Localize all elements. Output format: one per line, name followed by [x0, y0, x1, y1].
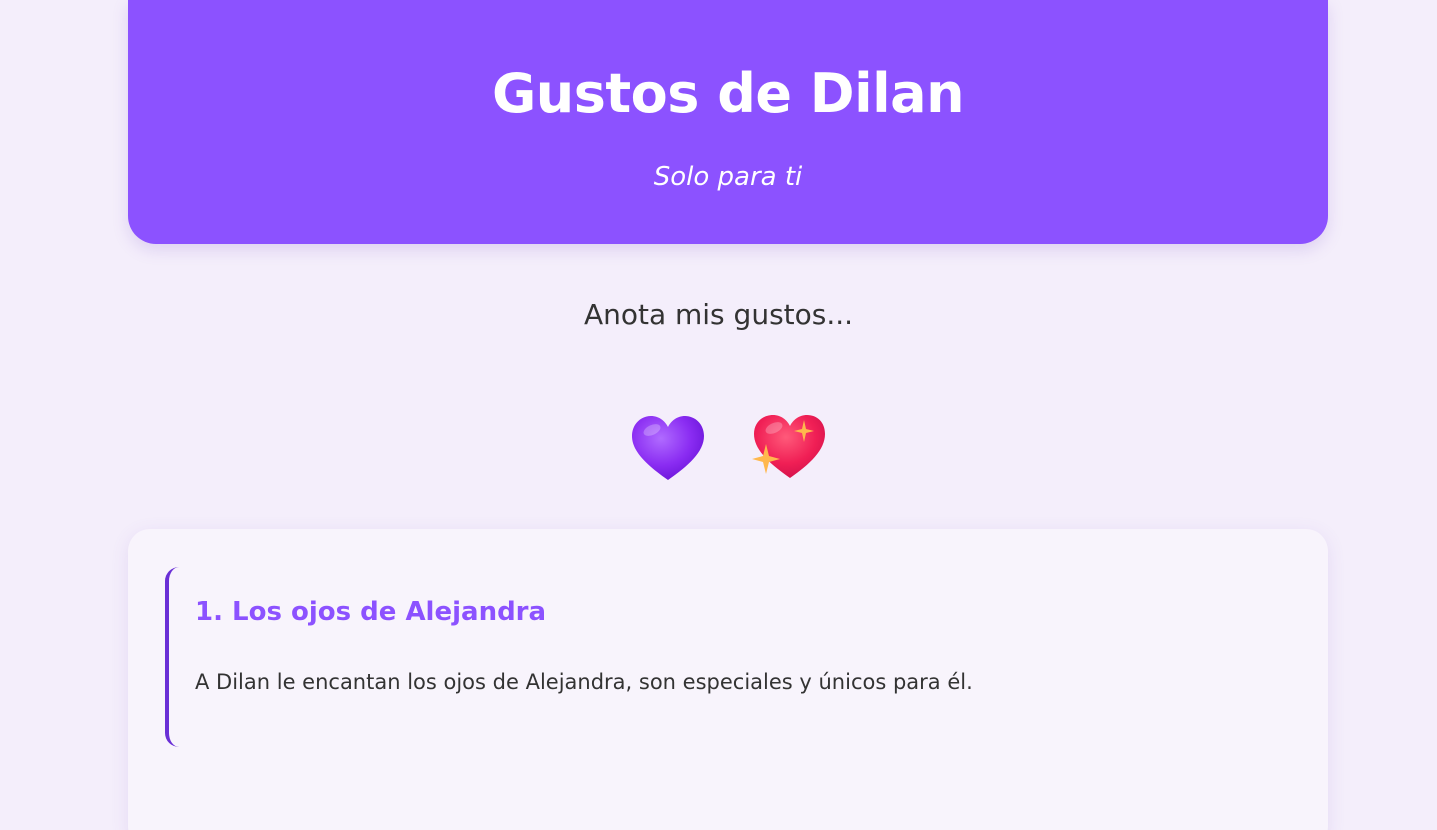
hearts-row: [628, 412, 828, 488]
likes-card: 1. Los ojos de Alejandra A Dilan le enca…: [128, 529, 1328, 830]
page-title: Gustos de Dilan: [491, 62, 965, 125]
like-item-title: 1. Los ojos de Alejandra: [195, 597, 547, 627]
sparkling-heart-icon: [752, 415, 825, 478]
like-item: 1. Los ojos de Alejandra A Dilan le enca…: [165, 567, 1289, 747]
intro-text: Anota mis gustos...: [583, 298, 854, 331]
page-header: Gustos de Dilan Solo para ti: [128, 0, 1328, 244]
page: Gustos de Dilan Solo para ti Anota mis g…: [0, 0, 1437, 830]
page-subtitle: Solo para ti: [653, 162, 803, 192]
purple-heart-icon: [632, 416, 704, 480]
like-item-description: A Dilan le encantan los ojos de Alejandr…: [195, 670, 973, 694]
